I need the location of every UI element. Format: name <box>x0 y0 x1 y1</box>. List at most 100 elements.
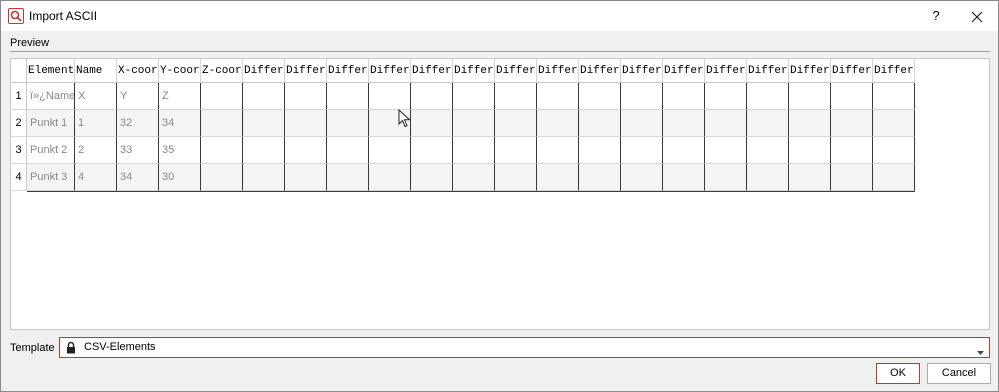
column-header[interactable]: Name <box>75 59 117 83</box>
table-cell[interactable] <box>579 110 621 137</box>
column-header[interactable]: Differe <box>369 59 411 83</box>
table-cell[interactable] <box>663 110 705 137</box>
table-cell[interactable]: 1 <box>75 110 117 137</box>
column-header[interactable]: Differe <box>285 59 327 83</box>
table-cell[interactable] <box>789 137 831 164</box>
table-cell[interactable]: 34 <box>159 110 201 137</box>
table-cell[interactable]: Punkt 2 <box>27 137 75 164</box>
help-button[interactable]: ? <box>921 5 951 27</box>
table-cell[interactable] <box>705 110 747 137</box>
table-cell[interactable] <box>747 164 789 191</box>
table-cell[interactable] <box>705 83 747 110</box>
table-cell[interactable] <box>789 164 831 191</box>
table-cell[interactable] <box>831 83 873 110</box>
column-header[interactable]: Differe <box>243 59 285 83</box>
table-cell[interactable] <box>831 164 873 191</box>
table-cell[interactable] <box>201 164 243 191</box>
table-cell[interactable]: X <box>75 83 117 110</box>
table-cell[interactable] <box>579 137 621 164</box>
column-header[interactable]: Differe <box>327 59 369 83</box>
table-cell[interactable] <box>873 110 915 137</box>
column-header[interactable]: Differe <box>453 59 495 83</box>
table-cell[interactable] <box>369 137 411 164</box>
cancel-button[interactable]: Cancel <box>927 363 991 384</box>
table-cell[interactable] <box>369 83 411 110</box>
row-number[interactable]: 4 <box>11 164 27 191</box>
table-cell[interactable]: ï»¿Name <box>27 83 75 110</box>
table-cell[interactable] <box>705 164 747 191</box>
table-cell[interactable] <box>327 83 369 110</box>
column-header[interactable]: Differe <box>579 59 621 83</box>
table-cell[interactable] <box>369 164 411 191</box>
column-header[interactable]: Differe <box>621 59 663 83</box>
table-cell[interactable] <box>831 137 873 164</box>
table-cell[interactable]: Z <box>159 83 201 110</box>
table-cell[interactable]: 32 <box>117 110 159 137</box>
table-cell[interactable]: Punkt 3 <box>27 164 75 191</box>
table-cell[interactable] <box>411 110 453 137</box>
table-cell[interactable] <box>537 137 579 164</box>
table-cell[interactable] <box>411 137 453 164</box>
table-cell[interactable] <box>495 83 537 110</box>
preview-grid[interactable]: ElementNameX-coorY-coorZ-coorDiffereDiff… <box>10 58 990 330</box>
table-cell[interactable]: Y <box>117 83 159 110</box>
table-cell[interactable] <box>285 110 327 137</box>
column-header[interactable]: Differe <box>789 59 831 83</box>
column-header[interactable]: Differe <box>873 59 915 83</box>
table-cell[interactable] <box>873 137 915 164</box>
table-cell[interactable] <box>747 137 789 164</box>
table-cell[interactable] <box>411 83 453 110</box>
table-cell[interactable] <box>747 110 789 137</box>
template-select[interactable]: CSV-Elements <box>59 337 990 358</box>
table-cell[interactable] <box>453 137 495 164</box>
table-cell[interactable]: Punkt 1 <box>27 110 75 137</box>
row-number[interactable]: 2 <box>11 110 27 137</box>
table-cell[interactable] <box>201 83 243 110</box>
column-header[interactable]: Differe <box>495 59 537 83</box>
table-cell[interactable] <box>579 164 621 191</box>
table-cell[interactable] <box>873 164 915 191</box>
table-cell[interactable] <box>537 110 579 137</box>
table-cell[interactable] <box>621 110 663 137</box>
table-cell[interactable] <box>243 137 285 164</box>
table-cell[interactable] <box>327 164 369 191</box>
table-cell[interactable] <box>705 137 747 164</box>
table-cell[interactable]: 35 <box>159 137 201 164</box>
column-header[interactable]: Differe <box>747 59 789 83</box>
table-cell[interactable] <box>327 110 369 137</box>
column-header[interactable]: X-coor <box>117 59 159 83</box>
table-cell[interactable] <box>201 137 243 164</box>
close-button[interactable] <box>962 5 992 27</box>
column-header[interactable]: Differe <box>663 59 705 83</box>
column-header[interactable]: Z-coor <box>201 59 243 83</box>
column-header[interactable]: Differe <box>831 59 873 83</box>
table-cell[interactable]: 2 <box>75 137 117 164</box>
column-header[interactable]: Differe <box>537 59 579 83</box>
table-cell[interactable] <box>495 110 537 137</box>
table-cell[interactable] <box>789 110 831 137</box>
table-cell[interactable] <box>831 110 873 137</box>
table-cell[interactable] <box>453 110 495 137</box>
table-cell[interactable] <box>285 137 327 164</box>
table-cell[interactable] <box>873 83 915 110</box>
table-cell[interactable] <box>201 110 243 137</box>
table-cell[interactable]: 34 <box>117 164 159 191</box>
column-header[interactable]: Y-coor <box>159 59 201 83</box>
table-cell[interactable] <box>663 164 705 191</box>
row-number[interactable]: 1 <box>11 83 27 110</box>
table-cell[interactable] <box>663 83 705 110</box>
table-cell[interactable]: 30 <box>159 164 201 191</box>
table-cell[interactable] <box>621 83 663 110</box>
table-cell[interactable] <box>411 164 453 191</box>
table-cell[interactable]: 4 <box>75 164 117 191</box>
table-cell[interactable] <box>243 164 285 191</box>
table-cell[interactable] <box>621 137 663 164</box>
table-cell[interactable] <box>495 164 537 191</box>
table-cell[interactable] <box>663 137 705 164</box>
table-cell[interactable] <box>537 164 579 191</box>
table-cell[interactable] <box>789 83 831 110</box>
table-cell[interactable] <box>243 110 285 137</box>
table-cell[interactable] <box>453 83 495 110</box>
column-header[interactable]: Differe <box>705 59 747 83</box>
ok-button[interactable]: OK <box>876 363 920 384</box>
